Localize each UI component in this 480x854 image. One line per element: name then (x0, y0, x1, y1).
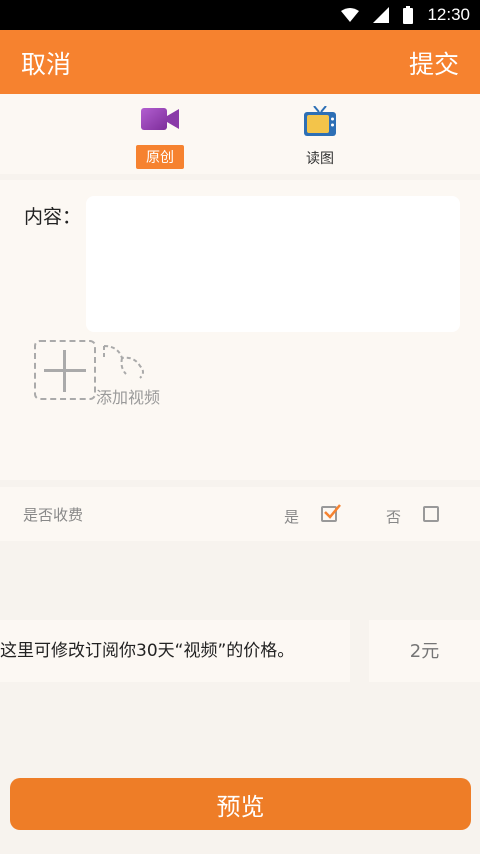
check-icon (324, 504, 341, 519)
charge-label: 是否收费 (23, 506, 84, 524)
submit-button[interactable]: 提交 (409, 45, 459, 81)
add-video-button[interactable]: 添加视频 (34, 340, 162, 410)
preview-button[interactable]: 预览 (10, 778, 471, 830)
content-label: 内容： (24, 206, 82, 228)
charge-no-label: 否 (386, 508, 402, 526)
plus-icon-v (63, 350, 66, 392)
charge-row: 是否收费 是 否 (0, 487, 480, 541)
tv-icon (304, 106, 336, 136)
video-camera-icon (141, 108, 179, 130)
content-section: 内容： 添加视频 (0, 180, 480, 480)
header-bar: 取消 提交 (0, 30, 480, 94)
content-input[interactable] (86, 196, 460, 332)
wifi-icon (341, 8, 360, 22)
price-input[interactable] (369, 620, 480, 682)
video-outline-icon (103, 345, 144, 379)
tab-bar: 原创 读图 (0, 94, 480, 174)
tab-read[interactable]: 读图 (270, 94, 370, 174)
tab-original-label: 原创 (136, 145, 184, 169)
signal-icon (373, 7, 390, 23)
charge-yes-checkbox[interactable] (321, 504, 341, 522)
add-video-label: 添加视频 (96, 388, 161, 407)
charge-yes-label: 是 (284, 508, 300, 526)
status-time: 12:30 (427, 5, 470, 24)
add-box (34, 340, 96, 400)
tab-read-label: 读图 (306, 151, 334, 167)
cancel-button[interactable]: 取消 (21, 45, 71, 81)
charge-no-checkbox[interactable] (423, 506, 439, 522)
battery-icon (403, 6, 414, 24)
price-description: 这里可修改订阅你30天“视频”的价格。 (0, 620, 350, 682)
status-bar: 12:30 (0, 0, 480, 30)
tab-original[interactable]: 原创 (110, 94, 210, 174)
